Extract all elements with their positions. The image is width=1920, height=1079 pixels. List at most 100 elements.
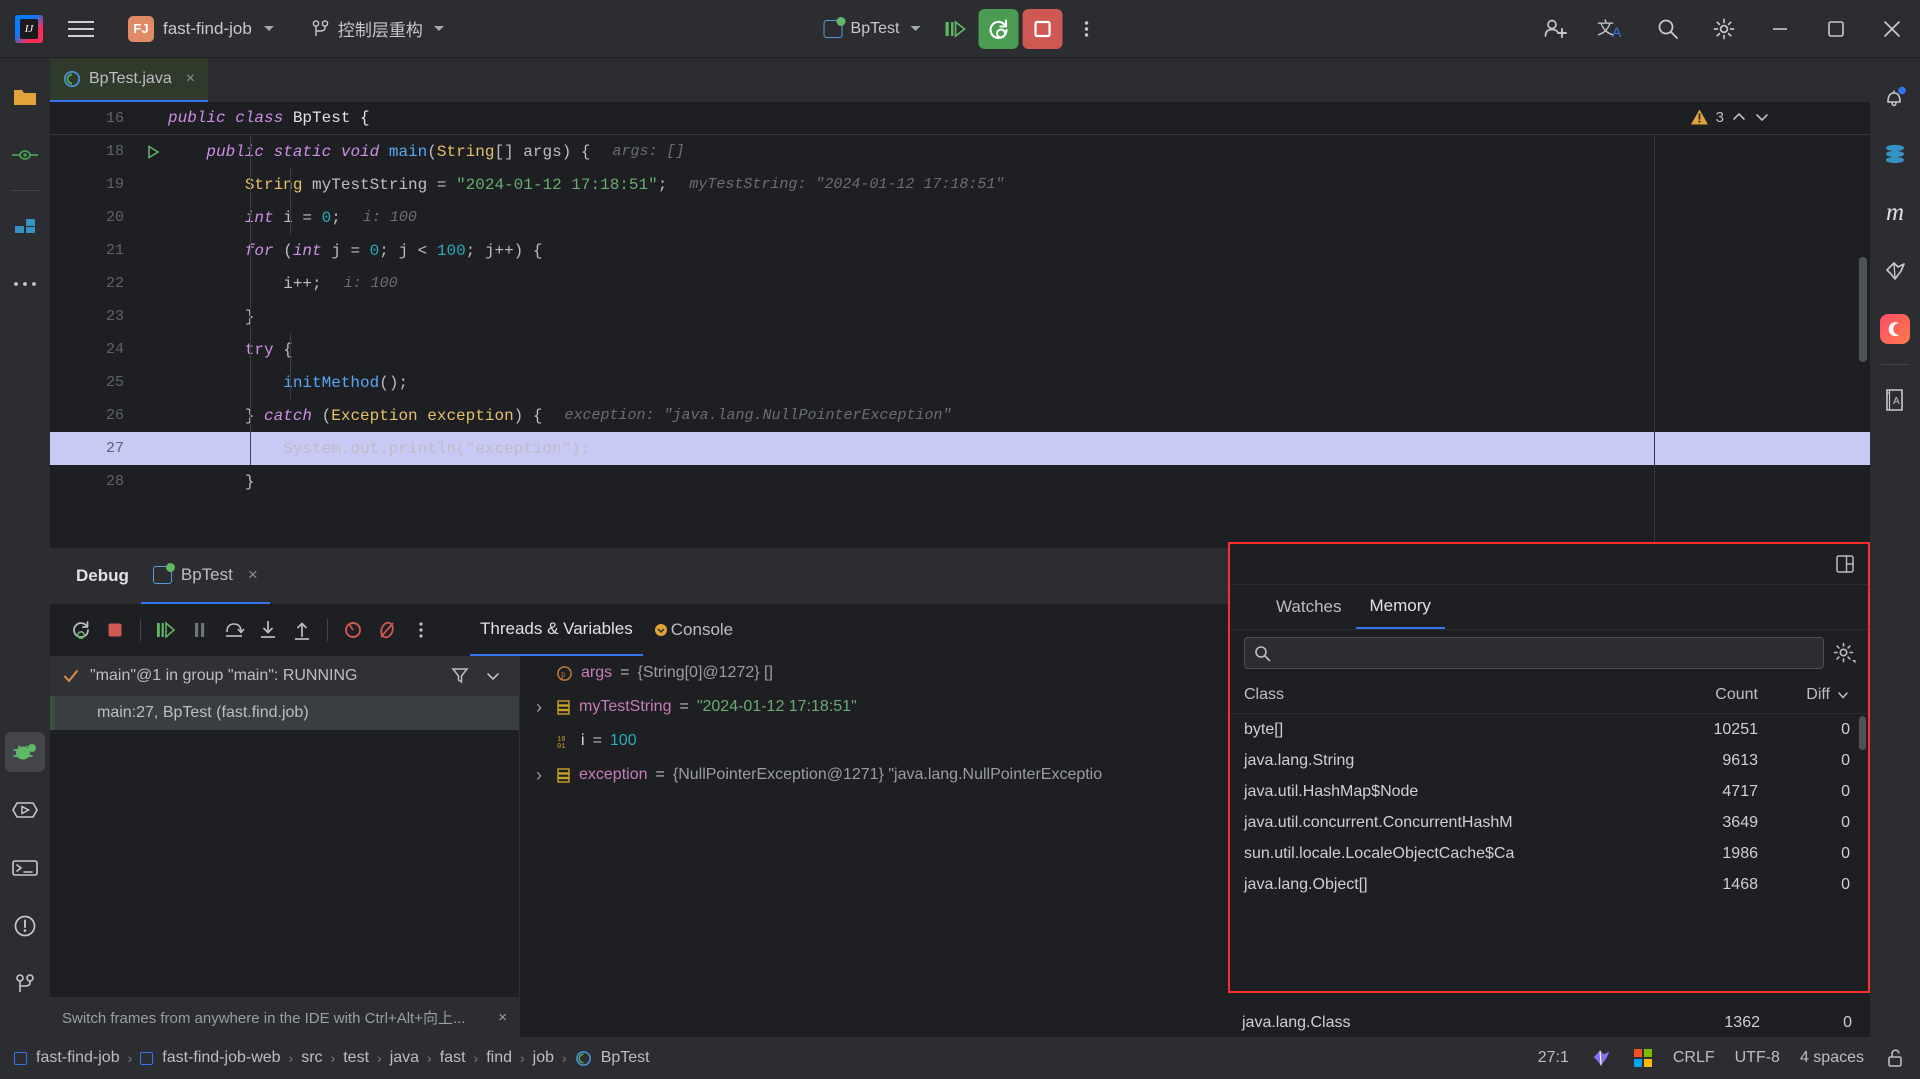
- sidebar-item-structure[interactable]: [5, 206, 45, 246]
- chevron-down-icon[interactable]: [483, 666, 503, 686]
- code-line[interactable]: 26 } catch (Exception exception) {except…: [50, 399, 1870, 432]
- column-header-diff[interactable]: Diff: [1758, 686, 1868, 704]
- memory-search-input[interactable]: [1279, 644, 1814, 662]
- translation-bird-icon[interactable]: [1589, 1046, 1613, 1070]
- breadcrumb-item[interactable]: BpTest: [575, 1049, 650, 1067]
- stop-button[interactable]: [1022, 8, 1063, 49]
- sidebar-item-notifications[interactable]: [1875, 77, 1915, 117]
- expand-arrow-icon[interactable]: ›: [530, 765, 548, 786]
- memory-scrollbar-thumb[interactable]: [1859, 716, 1866, 750]
- breadcrumb-item[interactable]: src: [301, 1049, 322, 1067]
- step-over-button[interactable]: [217, 613, 251, 647]
- project-selector[interactable]: FJ fast-find-job: [120, 12, 282, 46]
- column-header-count[interactable]: Count: [1638, 686, 1758, 704]
- memory-table-body[interactable]: byte[] 10251 0 java.lang.String 9613 0 java.ut…: [1230, 714, 1868, 991]
- breadcrumb-item[interactable]: fast: [440, 1049, 466, 1067]
- pause-program-button[interactable]: [183, 613, 217, 647]
- code-lines[interactable]: 18 public static void main(String[] args…: [50, 135, 1870, 498]
- breadcrumb-item[interactable]: test: [343, 1049, 369, 1067]
- unlocked-icon[interactable]: [1884, 1047, 1906, 1069]
- code-line[interactable]: 22 i++; i: 100: [50, 267, 1870, 300]
- code-line[interactable]: 18 public static void main(String[] args…: [50, 135, 1870, 168]
- code-line[interactable]: 25 initMethod();: [50, 366, 1870, 399]
- file-encoding[interactable]: UTF-8: [1735, 1049, 1780, 1067]
- sidebar-item-debug[interactable]: [5, 732, 45, 772]
- sidebar-item-translation[interactable]: [1875, 251, 1915, 291]
- resume-program-button[interactable]: [934, 9, 974, 49]
- add-collaborator-button[interactable]: [1528, 0, 1584, 58]
- translate-button[interactable]: 文 A: [1584, 0, 1640, 58]
- tab-memory[interactable]: Memory: [1355, 585, 1445, 629]
- branch-selector[interactable]: 控制层重构: [304, 12, 452, 45]
- sidebar-item-problems[interactable]: [5, 906, 45, 946]
- table-row[interactable]: byte[] 10251 0: [1230, 714, 1868, 745]
- close-button[interactable]: [1864, 0, 1920, 58]
- view-breakpoints-button[interactable]: [336, 613, 370, 647]
- table-row[interactable]: java.util.HashMap$Node 4717 0: [1230, 776, 1868, 807]
- code-line[interactable]: 21 for (int j = 0; j < 100; j++) {: [50, 234, 1870, 267]
- chevron-down-icon[interactable]: [1754, 110, 1770, 124]
- rerun-debug-button[interactable]: [978, 8, 1019, 49]
- memory-search-box[interactable]: [1244, 637, 1824, 669]
- search-everywhere-button[interactable]: [1640, 0, 1696, 58]
- breadcrumb-item[interactable]: fast-find-job-web: [140, 1049, 281, 1067]
- editor-inspections-widget[interactable]: 3: [1690, 108, 1770, 126]
- tab-threads-variables[interactable]: Threads & Variables: [470, 604, 643, 656]
- sidebar-item-commit[interactable]: [5, 135, 45, 175]
- more-run-options-button[interactable]: [1066, 9, 1106, 49]
- sidebar-item-dictionary[interactable]: A: [1875, 380, 1915, 420]
- windows-logo-icon[interactable]: [1633, 1048, 1653, 1068]
- code-line[interactable]: 27 System.out.println("exception");: [50, 432, 1870, 465]
- code-line[interactable]: 28 }: [50, 465, 1870, 498]
- code-line[interactable]: 23 }: [50, 300, 1870, 333]
- close-icon[interactable]: ×: [248, 565, 258, 585]
- thread-row[interactable]: "main"@1 in group "main": RUNNING: [50, 656, 519, 696]
- gear-icon[interactable]: [1832, 641, 1856, 665]
- run-gutter-icon[interactable]: [138, 144, 168, 160]
- sidebar-item-project[interactable]: [5, 77, 45, 117]
- sidebar-item-more[interactable]: [5, 264, 45, 304]
- filter-icon[interactable]: [449, 665, 471, 687]
- main-menu-icon[interactable]: [58, 0, 104, 58]
- restart-debug-button[interactable]: [64, 613, 98, 647]
- sidebar-item-maven[interactable]: m: [1875, 193, 1915, 233]
- code-line[interactable]: 19 String myTestString = "2024-01-12 17:…: [50, 168, 1870, 201]
- expand-arrow-icon[interactable]: ›: [530, 697, 548, 718]
- code-editor[interactable]: 16 public class BpTest { 3 18 public sta…: [50, 102, 1870, 547]
- tab-console[interactable]: Console: [643, 604, 743, 656]
- column-header-class[interactable]: Class: [1230, 686, 1638, 704]
- maximize-button[interactable]: [1808, 0, 1864, 58]
- debug-session-tab[interactable]: BpTest ×: [140, 548, 270, 604]
- layout-split-icon[interactable]: [1834, 553, 1856, 575]
- chevron-up-icon[interactable]: [1731, 110, 1747, 124]
- resume-program-button[interactable]: [149, 613, 183, 647]
- caret-position[interactable]: 27:1: [1538, 1049, 1569, 1067]
- indent-setting[interactable]: 4 spaces: [1800, 1049, 1864, 1067]
- mute-breakpoints-button[interactable]: [370, 613, 404, 647]
- sidebar-item-terminal[interactable]: [5, 848, 45, 888]
- more-debug-options-button[interactable]: [404, 613, 438, 647]
- code-line[interactable]: 24 try {: [50, 333, 1870, 366]
- editor-scrollbar-thumb[interactable]: [1859, 257, 1867, 362]
- sidebar-item-git[interactable]: [5, 964, 45, 1004]
- step-into-button[interactable]: [251, 613, 285, 647]
- sidebar-item-database[interactable]: [1875, 135, 1915, 175]
- sidebar-item-run[interactable]: [5, 790, 45, 830]
- minimize-button[interactable]: [1752, 0, 1808, 58]
- code-line[interactable]: 20 int i = 0; i: 100: [50, 201, 1870, 234]
- step-out-button[interactable]: [285, 613, 319, 647]
- stack-frame-row[interactable]: main:27, BpTest (fast.find.job): [50, 696, 519, 730]
- table-row[interactable]: java.lang.Class 1362 0: [1228, 1007, 1870, 1038]
- editor-tab-bptest[interactable]: BpTest.java ×: [50, 58, 209, 102]
- sidebar-item-ai-assistant[interactable]: [1875, 309, 1915, 349]
- breadcrumb-item[interactable]: java: [390, 1049, 419, 1067]
- stop-button[interactable]: [98, 613, 132, 647]
- close-icon[interactable]: ×: [498, 1009, 507, 1026]
- close-icon[interactable]: ×: [186, 70, 195, 88]
- table-row[interactable]: sun.util.locale.LocaleObjectCache$Ca 1986…: [1230, 838, 1868, 869]
- run-configuration-selector[interactable]: BpTest: [814, 15, 931, 43]
- breadcrumb-item[interactable]: fast-find-job: [14, 1049, 120, 1067]
- settings-button[interactable]: [1696, 0, 1752, 58]
- tab-watches[interactable]: Watches: [1262, 585, 1356, 629]
- table-row[interactable]: java.util.concurrent.ConcurrentHashM 3649…: [1230, 807, 1868, 838]
